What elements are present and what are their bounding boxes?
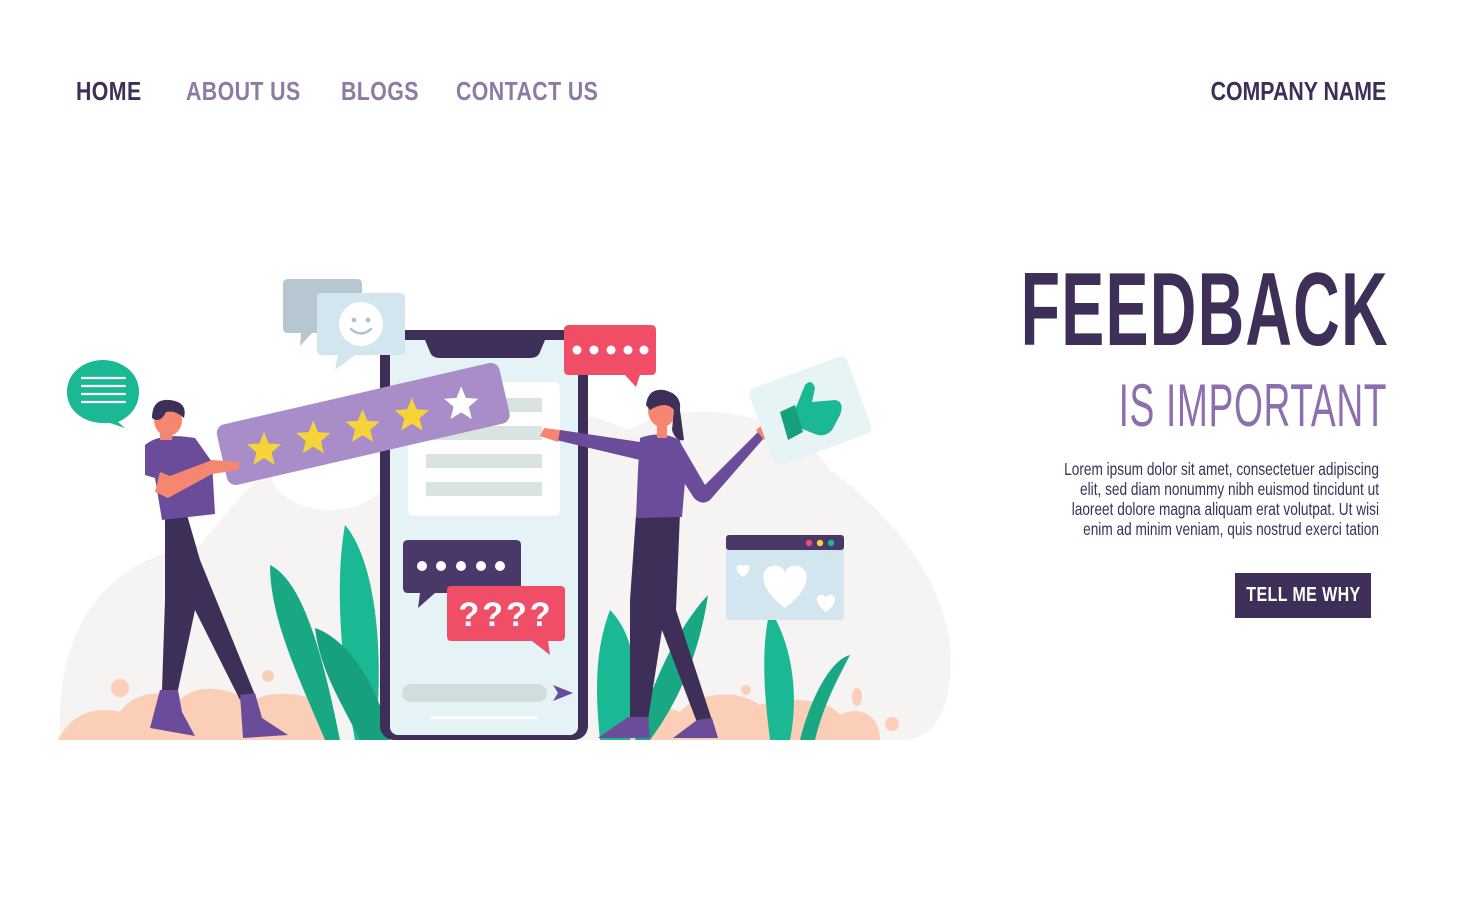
hero-body-line: laoreet dolore magna aliquam erat volutp…: [1071, 499, 1379, 519]
hero-body-line: enim ad minim veniam, quis nostrud exerc…: [1083, 519, 1379, 539]
ground-dot: [885, 717, 899, 731]
window-dot: [805, 539, 813, 547]
hero-body-line: elit, sed diam nonummy nibh euismod tinc…: [1080, 479, 1379, 499]
tell-me-why-button[interactable]: TELL ME WHY: [1235, 573, 1371, 618]
hero-body-text: Lorem ipsum dolor sit amet, consectetuer…: [1005, 459, 1379, 539]
smiley-icon: [339, 302, 383, 346]
ground-dot: [741, 685, 751, 695]
question-bubble-text: ????: [458, 596, 553, 634]
hero-subtitle: IS IMPORTANT: [1118, 372, 1387, 439]
hero-title: FEEDBACK: [1020, 252, 1389, 368]
phone-card-line: [426, 454, 542, 468]
phone-notch: [425, 340, 545, 358]
feedback-illustration: ????: [58, 279, 952, 740]
ground-dot: [852, 688, 862, 706]
phone-home-indicator: [430, 716, 538, 719]
ground-dot: [262, 670, 274, 682]
hero-body-line: Lorem ipsum dolor sit amet, consectetuer…: [1064, 459, 1379, 479]
phone-input-bar: [402, 684, 547, 702]
browser-titlebar: [726, 535, 844, 550]
company-name[interactable]: COMPANY NAME: [1210, 76, 1386, 107]
window-dot: [827, 539, 835, 547]
window-dot: [816, 539, 824, 547]
phone-card-line: [426, 482, 542, 496]
ground-dot: [111, 679, 129, 697]
tell-me-why-label: TELL ME WHY: [1245, 584, 1361, 606]
